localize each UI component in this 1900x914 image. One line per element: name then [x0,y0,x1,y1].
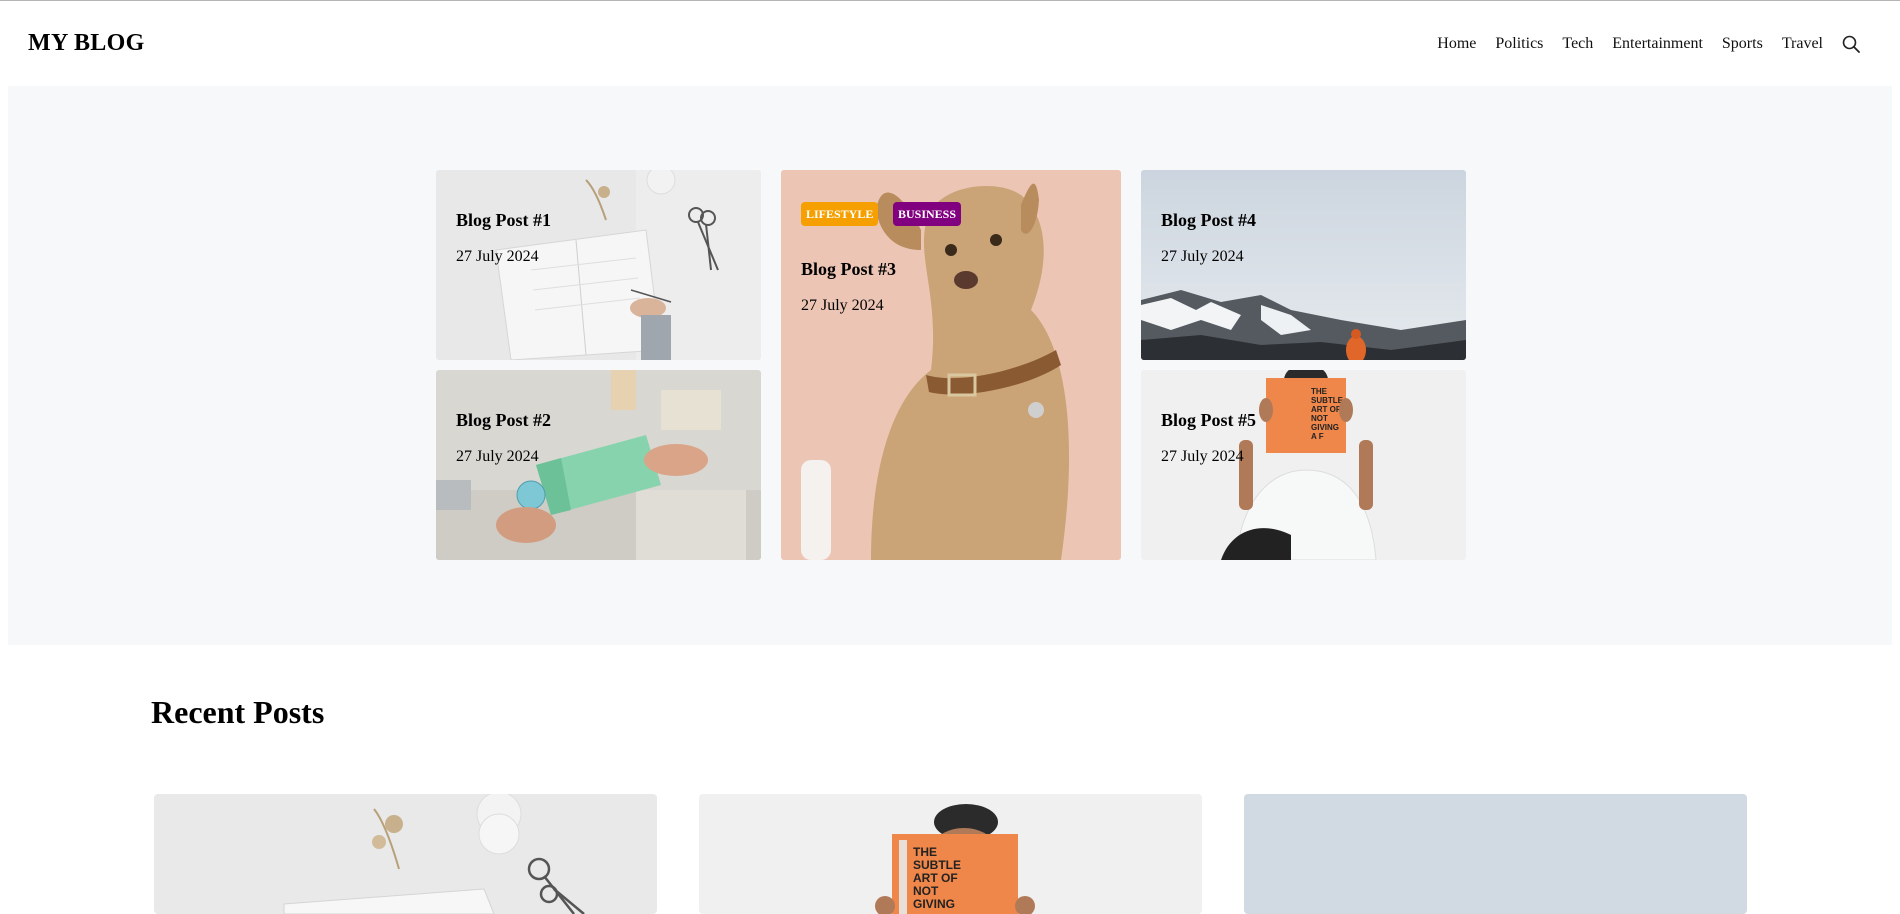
category-badge-business[interactable]: BUSINESS [893,202,962,226]
search-icon[interactable] [1842,35,1860,53]
man-reading-book-photo: THE SUBTLE ART OF NOT GIVING [699,794,1202,914]
notebook-desk-photo [154,794,657,914]
svg-text:ART OF: ART OF [913,871,958,885]
main-nav: Home Politics Tech Entertainment Sports … [1418,35,1860,53]
nav-politics[interactable]: Politics [1495,35,1543,53]
featured-post-2[interactable]: Blog Post #2 27 July 2024 [436,370,761,560]
recent-post-card-3[interactable] [1244,794,1747,914]
svg-text:A F: A F [1311,432,1324,441]
site-header: MY BLOG Home Politics Tech Entertainment… [0,1,1900,85]
nav-sports[interactable]: Sports [1722,35,1763,53]
post-title[interactable]: Blog Post #1 [456,210,551,231]
nav-home[interactable]: Home [1437,35,1476,53]
nav-travel[interactable]: Travel [1782,35,1823,53]
recent-post-card-2[interactable]: THE SUBTLE ART OF NOT GIVING [699,794,1202,914]
post-title[interactable]: Blog Post #4 [1161,210,1256,231]
dog-photo [781,170,1121,560]
nav-tech[interactable]: Tech [1562,35,1593,53]
svg-text:GIVING: GIVING [1311,423,1339,432]
svg-text:SUBTLE: SUBTLE [913,858,961,872]
nav-entertainment[interactable]: Entertainment [1612,35,1703,53]
featured-post-5[interactable]: THE SUBTLE ART OF NOT GIVING A F Blog Po… [1141,370,1466,560]
recent-posts-heading: Recent Posts [151,694,325,730]
post-title[interactable]: Blog Post #2 [456,410,551,431]
svg-text:SUBTLE: SUBTLE [1311,396,1344,405]
category-badge-lifestyle[interactable]: LIFESTYLE [801,202,879,226]
featured-post-1[interactable]: Blog Post #1 27 July 2024 [436,170,761,360]
svg-text:NOT: NOT [913,884,939,898]
post-title[interactable]: Blog Post #5 [1161,410,1256,431]
svg-text:ART OF: ART OF [1311,405,1341,414]
post-date: 27 July 2024 [801,297,884,314]
recent-post-card-1[interactable] [154,794,657,914]
featured-post-4[interactable]: Blog Post #4 27 July 2024 [1141,170,1466,360]
post-date: 27 July 2024 [1161,248,1244,265]
post-date: 27 July 2024 [456,448,539,465]
featured-section: Blog Post #1 27 July 2024 Blog Post #2 2… [8,86,1892,645]
svg-text:THE: THE [913,845,937,859]
svg-text:THE: THE [1311,387,1328,396]
featured-post-3[interactable]: LIFESTYLE BUSINESS Blog Post #3 27 July … [781,170,1121,560]
post-date: 27 July 2024 [1161,448,1244,465]
svg-text:NOT: NOT [1311,414,1328,423]
svg-text:GIVING: GIVING [913,897,955,911]
post-title[interactable]: Blog Post #3 [801,259,896,280]
site-logo[interactable]: MY BLOG [28,30,145,57]
post-date: 27 July 2024 [456,248,539,265]
mountain-fog-photo [1244,794,1747,914]
